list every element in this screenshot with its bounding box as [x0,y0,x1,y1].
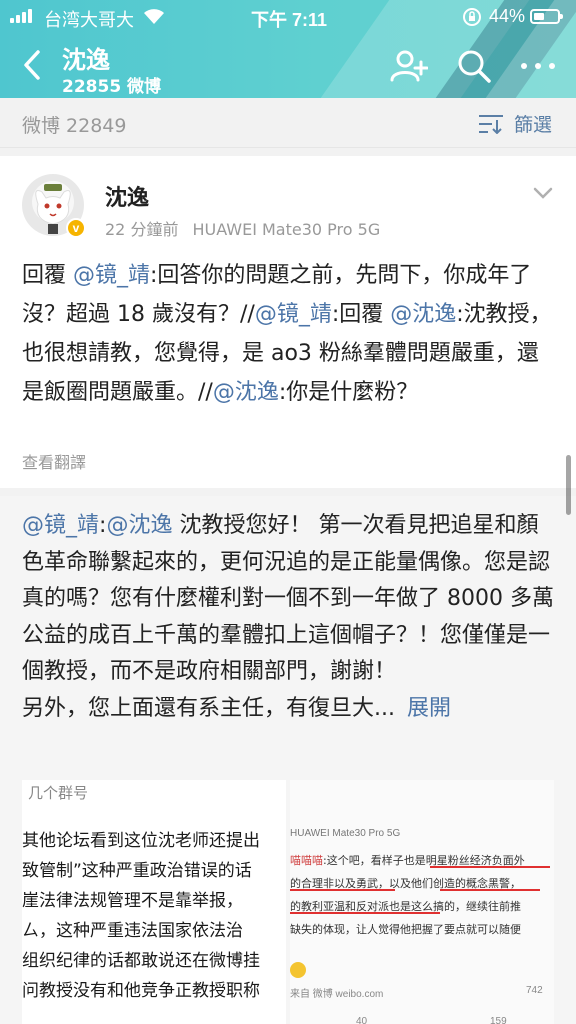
weibo-post-card[interactable]: v 沈逸 22 分鐘前 HUAWEI Mate30 Pro 5G 回覆 @镜_靖:… [0,156,576,488]
post-device: HUAWEI Mate30 Pro 5G [192,220,381,239]
repost-text: @镜_靖:@沈逸 沈教授您好！ 第一次看見把追星和顏色革命聯繫起來的，更何況追的… [22,508,556,727]
verified-badge: v [66,218,86,238]
weibo-count: 微博 22849 [22,115,127,137]
top-header: 台湾大哥大 下午 7:11 44% 沈逸 22855 微博 [0,0,576,98]
status-bar: 台湾大哥大 下午 7:11 44% [0,0,576,34]
filter-label: 篩選 [514,114,553,136]
nav-bar: 沈逸 22855 微博 [0,34,576,98]
post-time: 22 分鐘前 [105,220,179,239]
image-user-name: 喵喵喵 [290,854,323,867]
signal-icon [10,9,38,23]
highlight-underline [430,866,550,868]
post-text: 回覆 @镜_靖:回答你的問題之前，先問下，你成年了沒？超過 18 歲沒有？//@… [22,256,554,412]
image-text-line: 缺失的体现，让人觉得他把握了要点就可以随便 [290,923,521,936]
text-segment: 沈教授您好！ 第一次看見把追星和顏色革命聯繫起來的，更何況追的是正能量偶像。您是… [22,513,554,684]
image-header-text: 几个群号 [28,784,89,802]
image-device-text: HUAWEI Mate30 Pro 5G [290,828,401,839]
highlight-underline [290,912,440,914]
mention-link[interactable]: @沈逸 [390,302,456,327]
image-text-line: 崖法律法规管理不是靠举报， [22,891,243,911]
text-segment: 另外，您上面還有系主任，有復旦大... [22,695,395,721]
post-author[interactable]: 沈逸 [105,180,149,212]
back-icon[interactable] [18,48,48,82]
highlight-underline [440,889,540,891]
profile-name: 沈逸 [62,46,110,74]
weibo-toolbar: 微博 22849 篩選 [0,98,576,148]
repost-image-1[interactable]: 几个群号 其他论坛看到这位沈老师还提出 致管制”这种严重政治错误的话 崖法律法规… [22,780,286,1024]
text-segment: 回覆 [22,263,73,288]
image-text-line: ㄙ，这种严重违法国家依法治 [22,921,243,941]
post-meta: 22 分鐘前 HUAWEI Mate30 Pro 5G [105,216,380,240]
text-segment: :回覆 [331,302,391,327]
scrollbar[interactable] [566,455,571,515]
mention-link[interactable]: @镜_靖 [73,263,150,288]
image-text-line: 其他论坛看到这位沈老师还提出 [22,831,260,851]
carrier-name: 台湾大哥大 [44,10,134,30]
battery-icon [530,9,563,24]
repost-block[interactable]: @镜_靖:@沈逸 沈教授您好！ 第一次看見把追星和顏色革命聯繫起來的，更何況追的… [0,496,576,1024]
more-icon[interactable] [518,46,558,86]
mention-link[interactable]: @镜_靖 [255,302,332,327]
repost-image-2[interactable]: HUAWEI Mate30 Pro 5G 喵喵喵:这个吧，看样子也是明星粉丝经济… [290,780,554,1024]
emoji-icon [290,962,306,978]
filter-icon [479,115,503,134]
image-share-count: 742 [526,985,543,996]
image-comment-count: 40 [356,1016,368,1024]
rotation-lock-icon [463,8,481,26]
image-source-text: 来自 微博 weibo.com [290,989,384,1000]
translate-link[interactable]: 查看翻譯 [22,449,86,473]
status-time: 下午 7:11 [251,10,328,30]
mention-link[interactable]: @镜_靖 [22,513,99,538]
profile-weibo-count: 22855 微博 [62,77,162,97]
highlight-underline [290,889,395,891]
image-text-line: 致管制”这种严重政治错误的话 [22,861,252,881]
mention-link[interactable]: @沈逸 [106,513,172,538]
wifi-icon [144,9,164,24]
image-text-line: 组织纪律的话都敢说还在微博挂 [22,951,260,971]
search-icon[interactable] [454,46,494,86]
battery-percent: 44% [489,6,526,26]
expand-link[interactable]: 展開 [407,696,451,721]
chevron-down-icon[interactable] [532,186,554,200]
image-text-line: 问教授没有和他竞争正教授职称 [22,981,260,1001]
mention-link[interactable]: @沈逸 [213,380,279,405]
text-segment: :你是什麼粉？ [278,380,419,405]
add-follow-icon[interactable] [388,46,428,86]
image-like-count: 159 [490,1016,507,1024]
